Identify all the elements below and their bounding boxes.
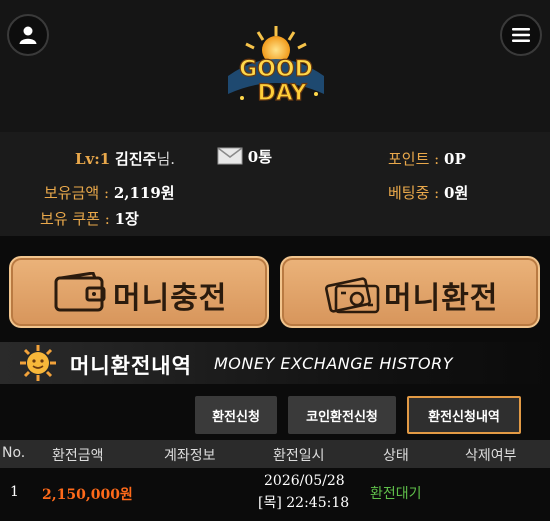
money-charge-button[interactable]: 머니충전: [9, 256, 269, 328]
user-name: 김진주: [115, 150, 157, 168]
menu-icon: [512, 28, 530, 42]
mail-icon: [217, 147, 243, 165]
points-value: 0P: [444, 150, 466, 168]
section-title-korean: 머니환전내역: [70, 354, 192, 378]
top-header: GOOD DAY: [0, 0, 550, 132]
tab-exchange-request[interactable]: 환전신청: [195, 396, 277, 434]
user-level: Lv:1: [75, 150, 111, 168]
points-label: 포인트 :: [388, 150, 440, 168]
coupon-value: 1장: [114, 210, 139, 228]
user-info-panel: Lv:1 김진주님. 0통 포인트 : 0P 보유금액 : 2,119원 베팅중…: [0, 132, 550, 236]
balance-value: 2,119원: [113, 184, 175, 202]
betting-label: 베팅중 :: [388, 184, 440, 202]
user-icon: [19, 26, 37, 44]
row-no: 1: [10, 484, 19, 500]
good-day-logo[interactable]: GOOD DAY: [222, 24, 330, 110]
row-time: [목] 22:45:18: [258, 495, 350, 511]
sun-face-icon: [20, 345, 56, 381]
points-line: 포인트 : 0P: [388, 148, 466, 169]
row-date: 2026/05/28: [264, 473, 345, 489]
mail-count: 0통: [247, 148, 273, 166]
money-exchange-label: 머니환전: [384, 281, 499, 316]
svg-text:GOOD: GOOD: [239, 57, 313, 82]
col-datetime: 환전일시: [273, 448, 325, 464]
mail-status[interactable]: 0통: [217, 146, 272, 167]
cash-icon: [324, 277, 380, 314]
table-row[interactable]: 1 2,150,000원 2026/05/28 [목] 22:45:18 환전대…: [0, 470, 550, 521]
row-status: 환전대기: [370, 486, 422, 502]
section-header: 머니환전내역 MONEY EXCHANGE HISTORY: [0, 342, 550, 384]
col-status: 상태: [383, 448, 409, 464]
row-amount: 2,150,000원: [42, 487, 133, 503]
tab-coin-exchange-request[interactable]: 코인환전신청: [288, 396, 396, 434]
money-exchange-button[interactable]: 머니환전: [280, 256, 540, 328]
hamburger-menu-button[interactable]: [500, 14, 542, 56]
col-account: 계좌정보: [164, 448, 216, 464]
svg-text:DAY: DAY: [257, 81, 307, 106]
col-amount: 환전금액: [52, 448, 104, 464]
user-profile-button[interactable]: [7, 14, 49, 56]
betting-value: 0원: [444, 184, 469, 202]
col-no: No.: [2, 445, 26, 461]
balance-line: 보유금액 : 2,119원: [44, 182, 175, 203]
coupon-line: 보유 쿠폰 : 1장: [40, 208, 139, 229]
money-charge-label: 머니충전: [113, 281, 228, 316]
section-title-english: MONEY EXCHANGE HISTORY: [214, 354, 453, 373]
coupon-label: 보유 쿠폰 :: [40, 210, 110, 228]
balance-label: 보유금액 :: [44, 184, 110, 202]
user-suffix: 님.: [156, 150, 176, 168]
user-name-line: Lv:1 김진주님.: [75, 148, 175, 169]
col-delete: 삭제여부: [465, 448, 517, 464]
wallet-icon: [54, 272, 106, 312]
betting-line: 베팅중 : 0원: [388, 182, 468, 203]
table-header: No. 환전금액 계좌정보 환전일시 상태 삭제여부: [0, 440, 550, 468]
tab-exchange-history[interactable]: 환전신청내역: [407, 396, 521, 434]
